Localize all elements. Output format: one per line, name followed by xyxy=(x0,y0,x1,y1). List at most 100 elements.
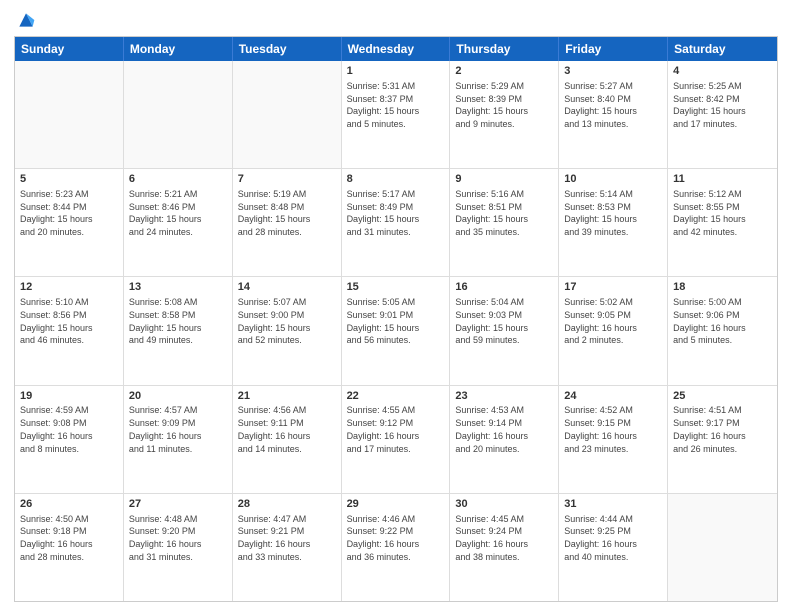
calendar-cell: 7 Sunrise: 5:19 AM Sunset: 8:48 PM Daylig… xyxy=(233,169,342,276)
calendar-cell: 15 Sunrise: 5:05 AM Sunset: 9:01 PM Dayli… xyxy=(342,277,451,384)
day-number: 8 xyxy=(347,172,445,187)
calendar-cell xyxy=(15,61,124,168)
day-number: 19 xyxy=(20,389,118,404)
calendar-row: 26 Sunrise: 4:50 AM Sunset: 9:18 PM Dayli… xyxy=(15,494,777,601)
day-number: 24 xyxy=(564,389,662,404)
day-number: 14 xyxy=(238,280,336,295)
calendar-cell: 3 Sunrise: 5:27 AM Sunset: 8:40 PM Daylig… xyxy=(559,61,668,168)
day-number: 20 xyxy=(129,389,227,404)
calendar-cell: 18Sunrise: 5:00 AM Sunset: 9:06 PM Dayli… xyxy=(668,277,777,384)
logo xyxy=(14,10,36,30)
day-info: Sunrise: 4:45 AM Sunset: 9:24 PM Dayligh… xyxy=(455,514,528,562)
calendar-cell: 14Sunrise: 5:07 AM Sunset: 9:00 PM Dayli… xyxy=(233,277,342,384)
day-info: Sunrise: 5:00 AM Sunset: 9:06 PM Dayligh… xyxy=(673,297,746,345)
calendar-cell: 31 Sunrise: 4:44 AM Sunset: 9:25 PM Dayli… xyxy=(559,494,668,601)
calendar-cell xyxy=(124,61,233,168)
day-number: 22 xyxy=(347,389,445,404)
day-number: 3 xyxy=(564,64,662,79)
day-number: 17 xyxy=(564,280,662,295)
logo-icon xyxy=(16,10,36,30)
day-info: Sunrise: 4:59 AM Sunset: 9:08 PM Dayligh… xyxy=(20,405,93,453)
calendar-cell: 28Sunrise: 4:47 AM Sunset: 9:21 PM Dayli… xyxy=(233,494,342,601)
calendar-cell: 17 Sunrise: 5:02 AM Sunset: 9:05 PM Dayli… xyxy=(559,277,668,384)
calendar-cell: 27 Sunrise: 4:48 AM Sunset: 9:20 PM Dayli… xyxy=(124,494,233,601)
calendar-header-row: SundayMondayTuesdayWednesdayThursdayFrid… xyxy=(15,37,777,61)
day-info: Sunrise: 5:23 AM Sunset: 8:44 PM Dayligh… xyxy=(20,189,93,237)
calendar-cell: 13Sunrise: 5:08 AM Sunset: 8:58 PM Dayli… xyxy=(124,277,233,384)
day-info: Sunrise: 5:14 AM Sunset: 8:53 PM Dayligh… xyxy=(564,189,637,237)
day-info: Sunrise: 5:12 AM Sunset: 8:55 PM Dayligh… xyxy=(673,189,746,237)
day-number: 31 xyxy=(564,497,662,512)
calendar-header-cell: Tuesday xyxy=(233,37,342,61)
day-number: 23 xyxy=(455,389,553,404)
day-info: Sunrise: 4:55 AM Sunset: 9:12 PM Dayligh… xyxy=(347,405,420,453)
calendar-cell: 10 Sunrise: 5:14 AM Sunset: 8:53 PM Dayli… xyxy=(559,169,668,276)
day-info: Sunrise: 5:29 AM Sunset: 8:39 PM Dayligh… xyxy=(455,81,528,129)
calendar-cell: 11 Sunrise: 5:12 AM Sunset: 8:55 PM Dayli… xyxy=(668,169,777,276)
calendar-cell: 8 Sunrise: 5:17 AM Sunset: 8:49 PM Daylig… xyxy=(342,169,451,276)
day-number: 27 xyxy=(129,497,227,512)
day-info: Sunrise: 5:27 AM Sunset: 8:40 PM Dayligh… xyxy=(564,81,637,129)
calendar-cell: 1Sunrise: 5:31 AM Sunset: 8:37 PM Daylig… xyxy=(342,61,451,168)
calendar-cell: 22Sunrise: 4:55 AM Sunset: 9:12 PM Dayli… xyxy=(342,386,451,493)
day-info: Sunrise: 5:04 AM Sunset: 9:03 PM Dayligh… xyxy=(455,297,528,345)
day-info: Sunrise: 5:19 AM Sunset: 8:48 PM Dayligh… xyxy=(238,189,311,237)
day-info: Sunrise: 5:16 AM Sunset: 8:51 PM Dayligh… xyxy=(455,189,528,237)
day-number: 15 xyxy=(347,280,445,295)
calendar-row: 5 Sunrise: 5:23 AM Sunset: 8:44 PM Daylig… xyxy=(15,169,777,277)
calendar-header-cell: Friday xyxy=(559,37,668,61)
day-info: Sunrise: 4:48 AM Sunset: 9:20 PM Dayligh… xyxy=(129,514,202,562)
calendar-body: 1Sunrise: 5:31 AM Sunset: 8:37 PM Daylig… xyxy=(15,61,777,601)
calendar-cell: 5 Sunrise: 5:23 AM Sunset: 8:44 PM Daylig… xyxy=(15,169,124,276)
day-info: Sunrise: 4:44 AM Sunset: 9:25 PM Dayligh… xyxy=(564,514,637,562)
day-number: 25 xyxy=(673,389,772,404)
calendar-header-cell: Monday xyxy=(124,37,233,61)
calendar-cell: 19Sunrise: 4:59 AM Sunset: 9:08 PM Dayli… xyxy=(15,386,124,493)
day-info: Sunrise: 4:52 AM Sunset: 9:15 PM Dayligh… xyxy=(564,405,637,453)
calendar-cell: 20Sunrise: 4:57 AM Sunset: 9:09 PM Dayli… xyxy=(124,386,233,493)
calendar-cell: 6 Sunrise: 5:21 AM Sunset: 8:46 PM Daylig… xyxy=(124,169,233,276)
day-number: 6 xyxy=(129,172,227,187)
header xyxy=(14,10,778,30)
calendar-header-cell: Thursday xyxy=(450,37,559,61)
calendar-cell: 12 Sunrise: 5:10 AM Sunset: 8:56 PM Dayli… xyxy=(15,277,124,384)
calendar-cell: 4 Sunrise: 5:25 AM Sunset: 8:42 PM Daylig… xyxy=(668,61,777,168)
day-number: 13 xyxy=(129,280,227,295)
day-info: Sunrise: 5:17 AM Sunset: 8:49 PM Dayligh… xyxy=(347,189,420,237)
day-number: 9 xyxy=(455,172,553,187)
day-number: 16 xyxy=(455,280,553,295)
calendar-cell: 29 Sunrise: 4:46 AM Sunset: 9:22 PM Dayli… xyxy=(342,494,451,601)
calendar-cell: 2 Sunrise: 5:29 AM Sunset: 8:39 PM Daylig… xyxy=(450,61,559,168)
day-number: 11 xyxy=(673,172,772,187)
day-info: Sunrise: 5:25 AM Sunset: 8:42 PM Dayligh… xyxy=(673,81,746,129)
day-info: Sunrise: 5:21 AM Sunset: 8:46 PM Dayligh… xyxy=(129,189,202,237)
calendar-cell: 30 Sunrise: 4:45 AM Sunset: 9:24 PM Dayli… xyxy=(450,494,559,601)
calendar-header-cell: Sunday xyxy=(15,37,124,61)
day-info: Sunrise: 4:46 AM Sunset: 9:22 PM Dayligh… xyxy=(347,514,420,562)
day-info: Sunrise: 4:53 AM Sunset: 9:14 PM Dayligh… xyxy=(455,405,528,453)
calendar-cell xyxy=(668,494,777,601)
day-info: Sunrise: 5:05 AM Sunset: 9:01 PM Dayligh… xyxy=(347,297,420,345)
day-number: 30 xyxy=(455,497,553,512)
day-info: Sunrise: 5:10 AM Sunset: 8:56 PM Dayligh… xyxy=(20,297,93,345)
day-number: 12 xyxy=(20,280,118,295)
day-number: 26 xyxy=(20,497,118,512)
calendar-cell: 24Sunrise: 4:52 AM Sunset: 9:15 PM Dayli… xyxy=(559,386,668,493)
day-number: 4 xyxy=(673,64,772,79)
day-info: Sunrise: 5:02 AM Sunset: 9:05 PM Dayligh… xyxy=(564,297,637,345)
day-number: 5 xyxy=(20,172,118,187)
calendar-header-cell: Saturday xyxy=(668,37,777,61)
calendar-cell: 16 Sunrise: 5:04 AM Sunset: 9:03 PM Dayli… xyxy=(450,277,559,384)
calendar-cell: 25Sunrise: 4:51 AM Sunset: 9:17 PM Dayli… xyxy=(668,386,777,493)
calendar-cell: 26 Sunrise: 4:50 AM Sunset: 9:18 PM Dayli… xyxy=(15,494,124,601)
day-number: 10 xyxy=(564,172,662,187)
day-number: 7 xyxy=(238,172,336,187)
calendar-row: 19Sunrise: 4:59 AM Sunset: 9:08 PM Dayli… xyxy=(15,386,777,494)
day-info: Sunrise: 4:50 AM Sunset: 9:18 PM Dayligh… xyxy=(20,514,93,562)
day-number: 2 xyxy=(455,64,553,79)
calendar-header-cell: Wednesday xyxy=(342,37,451,61)
calendar: SundayMondayTuesdayWednesdayThursdayFrid… xyxy=(14,36,778,602)
day-number: 29 xyxy=(347,497,445,512)
day-info: Sunrise: 4:57 AM Sunset: 9:09 PM Dayligh… xyxy=(129,405,202,453)
day-number: 28 xyxy=(238,497,336,512)
